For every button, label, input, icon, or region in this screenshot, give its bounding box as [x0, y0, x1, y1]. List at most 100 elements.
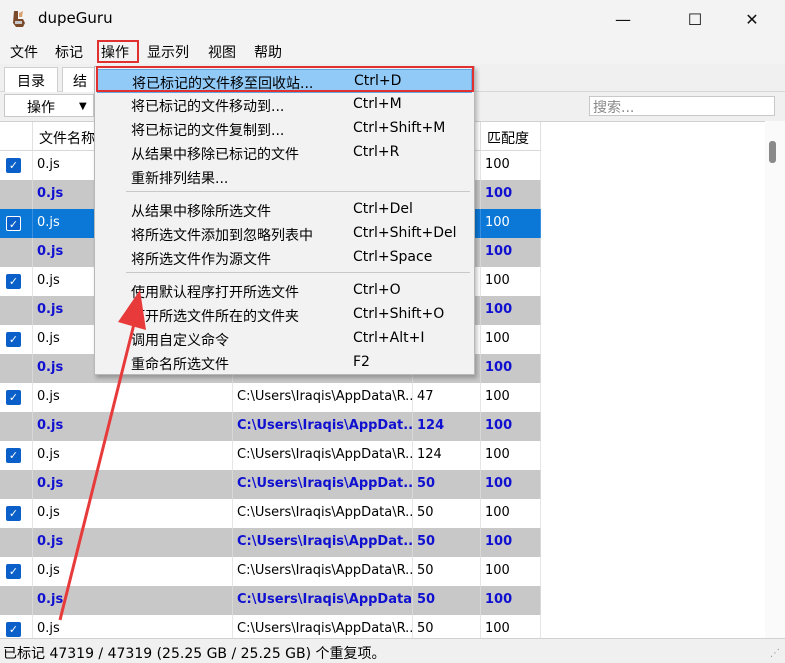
- folder-cell: C:\Users\Iraqis\AppDat...: [233, 528, 413, 557]
- match-cell: 100: [481, 180, 541, 209]
- table-row[interactable]: ✓ 0.js C:\Users\Iraqis\AppData\R... 50 100: [0, 499, 541, 528]
- match-cell: 100: [481, 267, 541, 296]
- size-cell: 47: [413, 383, 481, 412]
- menu-item[interactable]: 打开所选文件所在的文件夹 Ctrl+Shift+O: [97, 303, 472, 327]
- close-button[interactable]: ✕: [729, 0, 775, 38]
- menu-item-label: 将所选文件作为源文件: [131, 252, 271, 268]
- menu-file[interactable]: 文件: [10, 42, 38, 62]
- folder-cell: C:\Users\Iraqis\AppData\R...: [233, 615, 413, 638]
- menu-item-shortcut: Ctrl+Alt+I: [353, 330, 425, 346]
- row-checkbox[interactable]: ✓: [6, 448, 21, 463]
- table-row[interactable]: 0.js C:\Users\Iraqis\AppDat... 50 100: [0, 528, 541, 557]
- table-row[interactable]: ✓ 0.js C:\Users\Iraqis\AppData\R... 50 100: [0, 615, 541, 638]
- checkbox-cell: [0, 238, 33, 267]
- status-bar: 已标记 47319 / 47319 (25.25 GB / 25.25 GB) …: [0, 638, 785, 663]
- match-cell: 100: [481, 151, 541, 180]
- menu-item[interactable]: 重新排列结果...: [97, 165, 472, 189]
- menu-item-shortcut: Ctrl+O: [353, 282, 401, 298]
- match-cell: 100: [481, 557, 541, 586]
- menu-item-annotation-box: [96, 66, 474, 92]
- folder-cell: C:\Users\Iraqis\AppData\R...: [233, 499, 413, 528]
- checkbox-cell: [0, 470, 33, 499]
- resize-grip-icon[interactable]: ⋰: [770, 648, 780, 659]
- row-checkbox[interactable]: ✓: [6, 564, 21, 579]
- match-cell: 100: [481, 615, 541, 638]
- maximize-button[interactable]: ☐: [672, 0, 718, 38]
- minimize-icon: —: [615, 9, 631, 29]
- checkbox-cell: ✓: [0, 151, 33, 180]
- menu-item-label: 打开所选文件所在的文件夹: [131, 309, 299, 325]
- checkbox-cell: ✓: [0, 441, 33, 470]
- menu-view[interactable]: 视图: [208, 42, 236, 62]
- size-cell: 50: [413, 557, 481, 586]
- row-checkbox[interactable]: ✓: [6, 158, 21, 173]
- filename-cell: 0.js: [33, 383, 233, 412]
- close-icon: ✕: [745, 9, 759, 29]
- menu-separator: [126, 272, 470, 273]
- match-cell: 100: [481, 412, 541, 441]
- maximize-icon: ☐: [687, 9, 703, 29]
- checkbox-cell: ✓: [0, 209, 33, 238]
- row-checkbox[interactable]: ✓: [6, 216, 21, 231]
- row-checkbox[interactable]: ✓: [6, 332, 21, 347]
- tab-results[interactable]: 结: [62, 67, 98, 92]
- size-cell: 50: [413, 615, 481, 638]
- checkbox-cell: ✓: [0, 557, 33, 586]
- tab-directories[interactable]: 目录: [4, 67, 58, 92]
- menu-item-shortcut: Ctrl+R: [353, 144, 400, 160]
- menu-item-label: 从结果中移除已标记的文件: [131, 147, 299, 163]
- match-cell: 100: [481, 528, 541, 557]
- table-row[interactable]: 0.jsC:\Users\Iraqis\AppData\R...50100: [0, 586, 541, 615]
- vertical-scrollbar[interactable]: [765, 121, 785, 638]
- menu-item-shortcut: F2: [353, 354, 370, 370]
- menu-item[interactable]: 重命名所选文件 F2: [97, 351, 472, 375]
- caret-down-icon: ▼: [79, 101, 87, 112]
- folder-cell: C:\Users\Iraqis\AppDat...: [233, 470, 413, 499]
- search-input[interactable]: 搜索...: [589, 96, 775, 116]
- match-cell: 100: [481, 296, 541, 325]
- folder-cell: C:\Users\Iraqis\AppData\R...: [233, 586, 413, 615]
- table-row[interactable]: 0.js C:\Users\Iraqis\AppDat... 50 100: [0, 470, 541, 499]
- menu-item[interactable]: 将所选文件作为源文件 Ctrl+Space: [97, 246, 472, 270]
- menu-item[interactable]: 从结果中移除已标记的文件 Ctrl+R: [97, 141, 472, 165]
- header-match[interactable]: 匹配度: [481, 122, 541, 151]
- menu-item[interactable]: 将已标记的文件复制到... Ctrl+Shift+M: [97, 117, 472, 141]
- filename-cell: 0.js: [33, 470, 233, 499]
- menu-help[interactable]: 帮助: [254, 42, 282, 62]
- menu-separator: [126, 191, 470, 192]
- row-checkbox[interactable]: ✓: [6, 390, 21, 405]
- actions-button-label: 操作: [27, 100, 55, 116]
- match-cell: 100: [481, 383, 541, 412]
- row-checkbox[interactable]: ✓: [6, 274, 21, 289]
- menu-item[interactable]: 使用默认程序打开所选文件 Ctrl+O: [97, 279, 472, 303]
- menu-item-label: 将所选文件添加到忽略列表中: [131, 228, 313, 244]
- scrollbar-thumb[interactable]: [769, 141, 776, 163]
- actions-dropdown-button[interactable]: 操作 ▼: [4, 94, 94, 117]
- menu-item-shortcut: Ctrl+Space: [353, 249, 433, 265]
- menu-item[interactable]: 将已标记的文件移动到... Ctrl+M: [97, 93, 472, 117]
- folder-cell: C:\Users\Iraqis\AppDat...: [233, 412, 413, 441]
- header-checkbox[interactable]: [0, 122, 33, 151]
- menu-item-label: 调用自定义命令: [131, 333, 229, 349]
- row-checkbox[interactable]: ✓: [6, 622, 21, 637]
- match-cell: 100: [481, 441, 541, 470]
- menu-item[interactable]: 将所选文件添加到忽略列表中 Ctrl+Shift+Del: [97, 222, 472, 246]
- checkbox-cell: ✓: [0, 383, 33, 412]
- filename-cell: 0.js: [33, 441, 233, 470]
- filename-cell: 0.js: [33, 557, 233, 586]
- menu-mark[interactable]: 标记: [55, 42, 83, 62]
- menu-columns[interactable]: 显示列: [147, 42, 189, 62]
- table-row[interactable]: ✓ 0.js C:\Users\Iraqis\AppData\R... 47 100: [0, 383, 541, 412]
- checkbox-cell: ✓: [0, 325, 33, 354]
- filename-cell: 0.js: [33, 499, 233, 528]
- minimize-button[interactable]: —: [600, 0, 646, 38]
- checkbox-cell: [0, 528, 33, 557]
- match-cell: 100: [481, 354, 541, 383]
- table-row[interactable]: ✓ 0.js C:\Users\Iraqis\AppData\R... 50 100: [0, 557, 541, 586]
- row-checkbox[interactable]: ✓: [6, 506, 21, 521]
- menu-item[interactable]: 调用自定义命令 Ctrl+Alt+I: [97, 327, 472, 351]
- menu-item[interactable]: 从结果中移除所选文件 Ctrl+Del: [97, 198, 472, 222]
- menu-annotation-box: [97, 40, 139, 63]
- table-row[interactable]: 0.js C:\Users\Iraqis\AppDat... 124 100: [0, 412, 541, 441]
- table-row[interactable]: ✓ 0.js C:\Users\Iraqis\AppData\R... 124 100: [0, 441, 541, 470]
